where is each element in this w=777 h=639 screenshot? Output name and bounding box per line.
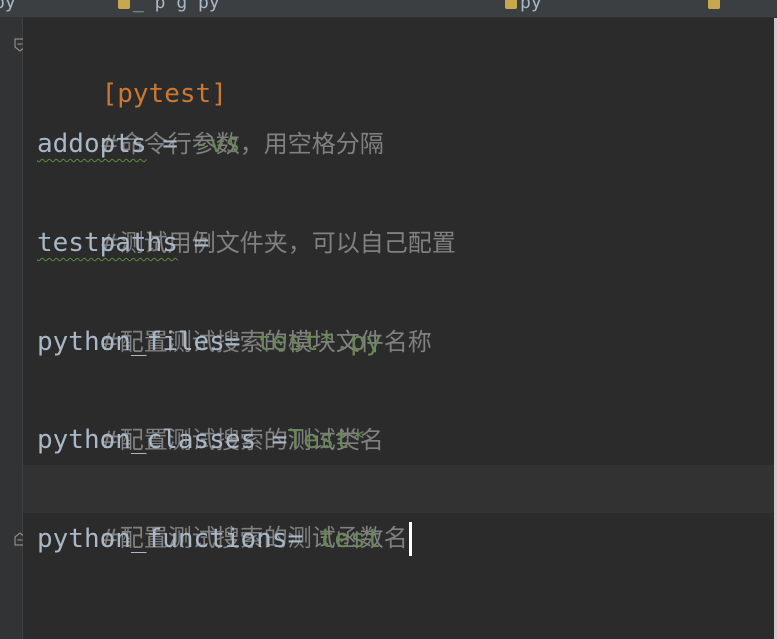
config-value: test — [318, 524, 382, 554]
code-line-python-classes[interactable]: python_classes =Test* — [37, 416, 366, 465]
assign-operator: = — [256, 425, 288, 455]
python-file-icon — [708, 0, 720, 9]
code-line-section[interactable]: [pytest] — [39, 21, 227, 109]
python-file-icon — [505, 0, 517, 9]
text-caret — [408, 521, 412, 556]
assign-operator: = — [287, 524, 319, 554]
tab-fragment[interactable]: _ p g py — [118, 0, 220, 15]
config-key: python_classes — [37, 425, 257, 455]
tab-label: _ p g py — [133, 0, 220, 13]
assign-operator: = — [224, 327, 257, 357]
code-line-testpaths[interactable]: testpaths = — [37, 219, 209, 268]
config-key: testpaths — [37, 228, 178, 258]
python-file-icon — [118, 0, 130, 9]
assign-operator: = — [146, 129, 194, 159]
config-key: addopts — [37, 129, 147, 159]
code-line-addopts[interactable]: addopts = -vs — [37, 120, 241, 169]
code-line-comment[interactable]: #测试用例文件夹，可以自己配置 — [37, 170, 456, 257]
tab-fragment[interactable]: py — [0, 0, 16, 15]
editor-tab-bar: py _ p g py py — [0, 0, 777, 18]
assign-operator: = — [177, 228, 210, 258]
config-value: test*.py — [256, 327, 382, 357]
code-line-comment[interactable]: #命令行参数，用空格分隔 — [37, 71, 384, 158]
config-key: python_functions — [37, 524, 288, 554]
code-line-comment-current[interactable]: #配置测试搜索的测试函数名 — [37, 465, 412, 556]
tab-fragment[interactable]: py — [505, 0, 542, 15]
code-line-comment[interactable]: #配置测试搜索的模块文件名称 — [37, 269, 432, 356]
code-editor[interactable]: [pytest] #命令行参数，用空格分隔 addopts = -vs #测试用… — [23, 18, 774, 639]
code-line-comment[interactable]: #配置测试搜索的测试类名 — [37, 367, 384, 454]
tab-fragment[interactable] — [708, 0, 723, 15]
config-value: -vs — [193, 129, 241, 159]
tab-label: py — [520, 0, 542, 13]
config-key: python_files — [37, 327, 225, 357]
code-line-python-files[interactable]: python_files= test*.py — [37, 318, 381, 367]
config-value: Test* — [287, 425, 366, 455]
code-line-python-functions[interactable]: python_functions= test — [37, 515, 381, 564]
